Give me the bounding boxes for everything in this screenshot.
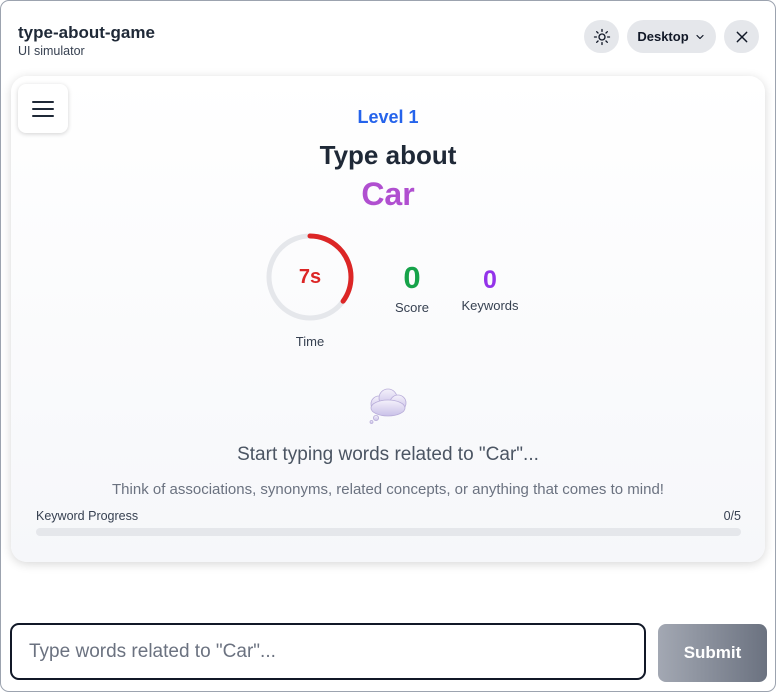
app-title: type-about-game [18, 23, 155, 42]
theme-toggle-button[interactable] [584, 20, 619, 53]
keyword-progress-count: 0/5 [723, 509, 741, 523]
submit-button[interactable]: Submit [658, 624, 767, 682]
close-icon [736, 31, 747, 42]
word-input[interactable] [10, 623, 646, 680]
sun-icon [593, 28, 610, 45]
timer-ring: 7s [265, 232, 355, 322]
score-value: 0 [403, 260, 421, 295]
app-subtitle: UI simulator [18, 44, 85, 58]
keywords-value: 0 [483, 266, 497, 294]
empty-state-hint: Think of associations, synonyms, related… [112, 481, 664, 498]
topic-word: Car [361, 176, 415, 212]
timer-value: 7s [298, 265, 322, 288]
level-label: Level 1 [357, 107, 419, 127]
app-window: type-about-game UI simulator Desktop Lev… [0, 0, 776, 692]
thought-bubble-icon [369, 388, 407, 424]
keywords-label: Keywords [461, 298, 519, 313]
prompt-heading: Type about [319, 140, 457, 170]
chevron-down-icon [696, 34, 704, 39]
game-card: Level 1 Type about Car 7s Time 0 Score 0… [11, 76, 765, 562]
device-select-label: Desktop [637, 29, 689, 44]
empty-state-prompt: Start typing words related to "Car"... [237, 444, 539, 465]
score-label: Score [395, 300, 429, 315]
close-button[interactable] [724, 20, 759, 53]
keyword-progress-label: Keyword Progress [36, 509, 139, 523]
device-select-button[interactable]: Desktop [627, 20, 716, 53]
keyword-progress-bar [36, 528, 741, 536]
timer-label: Time [295, 334, 325, 349]
